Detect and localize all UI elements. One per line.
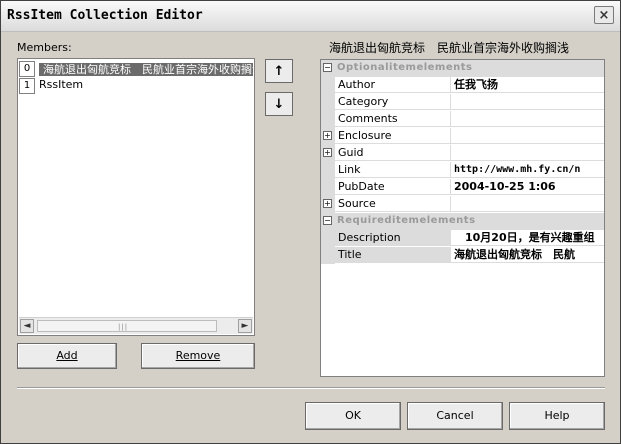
property-row-link[interactable]: Link http://www.mh.fy.cn/n	[321, 162, 604, 179]
add-button[interactable]: Add	[17, 343, 117, 369]
property-value[interactable]	[451, 94, 604, 110]
expand-icon[interactable]: +	[323, 131, 332, 140]
list-item[interactable]: 0 海航退出匈航竞标 民航业首宗海外收购搁浅	[19, 61, 253, 77]
scroll-right-icon[interactable]: ►	[238, 319, 252, 333]
scroll-grip-icon: |||	[118, 323, 129, 331]
scroll-thumb[interactable]: |||	[37, 320, 217, 332]
expand-icon[interactable]: +	[323, 148, 332, 157]
property-name: Author	[335, 77, 451, 93]
properties-header: 海航退出匈航竞标 民航业首宗海外收购搁浅	[329, 41, 570, 55]
members-listbox[interactable]: 0 海航退出匈航竞标 民航业首宗海外收购搁浅 1 RssItem ◄ ||| ►	[17, 58, 255, 336]
collection-editor-dialog: RssItem Collection Editor × Members: 0 海航…	[0, 0, 621, 444]
list-item[interactable]: 1 RssItem	[19, 78, 253, 94]
arrow-down-icon: ↓	[273, 96, 285, 112]
ok-button[interactable]: OK	[305, 402, 401, 430]
property-row-enclosure[interactable]: + Enclosure	[321, 128, 604, 145]
property-value[interactable]	[451, 111, 604, 127]
list-item-index: 0	[19, 61, 35, 77]
grid-empty-area	[321, 264, 604, 376]
property-value[interactable]: 10月20日，是有兴趣重组	[451, 230, 604, 246]
collapse-icon[interactable]: −	[323, 216, 332, 225]
collapse-icon[interactable]: −	[323, 63, 332, 72]
property-name: Source	[335, 196, 451, 212]
property-value[interactable]: 任我飞扬	[451, 77, 604, 93]
list-item-text: 海航退出匈航竞标 民航业首宗海外收购搁浅	[39, 63, 253, 76]
property-row-category[interactable]: Category	[321, 94, 604, 111]
list-item-text: RssItem	[39, 78, 84, 91]
property-row-title[interactable]: Title 海航退出匈航竞标 民航	[321, 247, 604, 264]
property-name: Description	[335, 230, 451, 246]
property-row-comments[interactable]: Comments	[321, 111, 604, 128]
property-row-guid[interactable]: + Guid	[321, 145, 604, 162]
property-value[interactable]: 2004-10-25 1:06	[451, 179, 604, 195]
move-down-button[interactable]: ↓	[265, 92, 293, 116]
property-name: PubDate	[335, 179, 451, 195]
property-value[interactable]: http://www.mh.fy.cn/n	[451, 162, 604, 178]
property-value[interactable]	[451, 196, 604, 212]
category-label: Requireditemelements	[337, 215, 476, 226]
close-icon: ×	[598, 7, 610, 23]
scroll-left-icon[interactable]: ◄	[20, 319, 34, 333]
property-row-pubdate[interactable]: PubDate 2004-10-25 1:06	[321, 179, 604, 196]
category-label: Optionalitemelements	[337, 62, 473, 73]
property-name: Link	[335, 162, 451, 178]
arrow-up-icon: ↑	[273, 63, 285, 79]
property-value[interactable]	[451, 128, 604, 144]
property-value[interactable]: 海航退出匈航竞标 民航	[451, 247, 604, 263]
close-button[interactable]: ×	[594, 6, 614, 24]
property-name: Guid	[335, 145, 451, 161]
help-button[interactable]: Help	[509, 402, 605, 430]
property-name: Category	[335, 94, 451, 110]
category-required[interactable]: − Requireditemelements	[321, 213, 604, 230]
move-up-button[interactable]: ↑	[265, 59, 293, 83]
property-name: Title	[335, 247, 451, 263]
window-title: RssItem Collection Editor	[7, 8, 203, 23]
divider	[17, 387, 605, 389]
property-name: Enclosure	[335, 128, 451, 144]
property-grid[interactable]: − Optionalitemelements Author 任我飞扬 Categ…	[320, 59, 605, 377]
property-value[interactable]	[451, 145, 604, 161]
property-row-author[interactable]: Author 任我飞扬	[321, 77, 604, 94]
members-label: Members:	[17, 41, 72, 54]
list-item-index: 1	[19, 78, 35, 94]
title-bar: RssItem Collection Editor ×	[1, 1, 620, 32]
cancel-button[interactable]: Cancel	[407, 402, 503, 430]
category-optional[interactable]: − Optionalitemelements	[321, 60, 604, 77]
property-name: Comments	[335, 111, 451, 127]
remove-button[interactable]: Remove	[141, 343, 255, 369]
expand-icon[interactable]: +	[323, 199, 332, 208]
property-row-source[interactable]: + Source	[321, 196, 604, 213]
horizontal-scrollbar[interactable]: ◄ ||| ►	[19, 317, 253, 334]
property-row-description[interactable]: Description 10月20日，是有兴趣重组	[321, 230, 604, 247]
